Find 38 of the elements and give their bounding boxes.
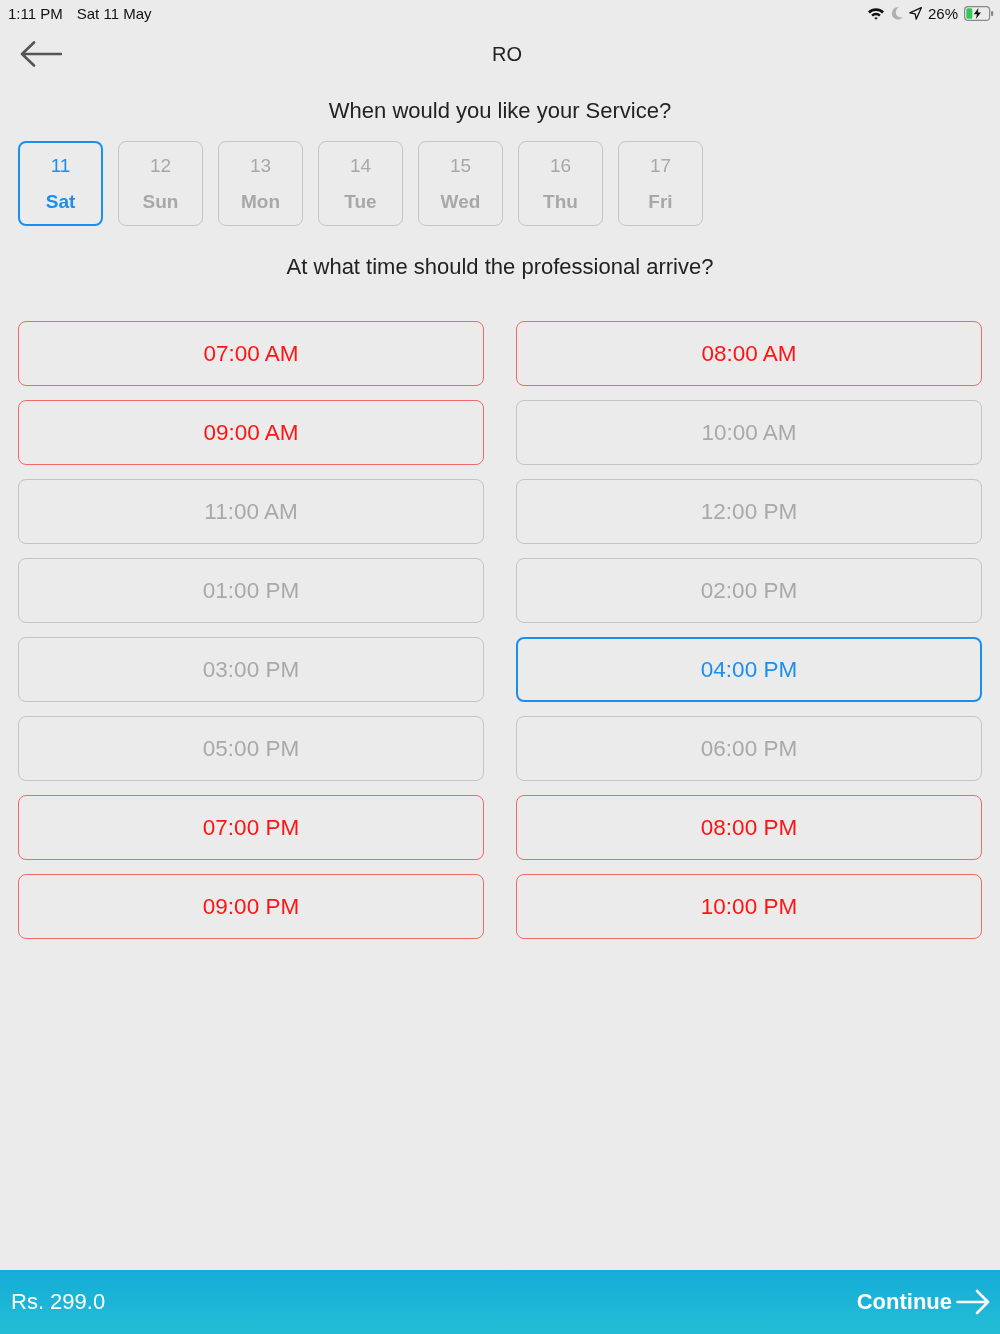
- status-time: 1:11 PM: [8, 4, 63, 22]
- time-slot[interactable]: 09:00 PM: [18, 874, 484, 939]
- back-button[interactable]: [20, 41, 62, 67]
- status-date: Sat 11 May: [76, 4, 152, 22]
- time-slot[interactable]: 09:00 AM: [18, 400, 484, 465]
- date-tile[interactable]: 15 Wed: [418, 141, 503, 226]
- location-arrow-icon: [908, 6, 922, 20]
- time-slot[interactable]: 08:00 PM: [516, 795, 982, 860]
- time-slot[interactable]: 05:00 PM: [18, 716, 484, 781]
- date-tile[interactable]: 11 Sat: [18, 141, 103, 226]
- time-slot[interactable]: 10:00 AM: [516, 400, 982, 465]
- time-slot[interactable]: 01:00 PM: [18, 558, 484, 623]
- back-arrow-icon: [20, 41, 62, 67]
- time-question: At what time should the professional arrive?: [285, 253, 715, 281]
- arrow-right-icon: [956, 1289, 990, 1315]
- time-slot[interactable]: 03:00 PM: [18, 637, 484, 702]
- total-price: Rs. 299.0: [11, 1289, 106, 1315]
- continue-button[interactable]: Continue: [856, 1289, 990, 1315]
- time-slot[interactable]: 06:00 PM: [516, 716, 982, 781]
- date-tile[interactable]: 16 Thu: [518, 141, 603, 226]
- date-tile[interactable]: 13 Mon: [218, 141, 303, 226]
- date-tile[interactable]: 17 Fri: [618, 141, 703, 226]
- date-tile[interactable]: 14 Tue: [318, 141, 403, 226]
- time-slot[interactable]: 07:00 PM: [18, 795, 484, 860]
- screen-title: RO: [491, 42, 522, 66]
- time-slot[interactable]: 08:00 AM: [516, 321, 982, 386]
- time-slot[interactable]: 04:00 PM: [516, 637, 982, 702]
- date-tile[interactable]: 12 Sun: [118, 141, 203, 226]
- time-slot[interactable]: 07:00 AM: [18, 321, 484, 386]
- date-question: When would you like your Service?: [327, 97, 673, 125]
- time-slot[interactable]: 10:00 PM: [516, 874, 982, 939]
- battery-percent: 26%: [927, 4, 958, 22]
- wifi-icon: [866, 6, 885, 20]
- battery-charging-icon: [964, 5, 994, 21]
- time-slot[interactable]: 02:00 PM: [516, 558, 982, 623]
- moon-icon: [890, 6, 903, 20]
- time-slot[interactable]: 11:00 AM: [18, 479, 484, 544]
- time-slot[interactable]: 12:00 PM: [516, 479, 982, 544]
